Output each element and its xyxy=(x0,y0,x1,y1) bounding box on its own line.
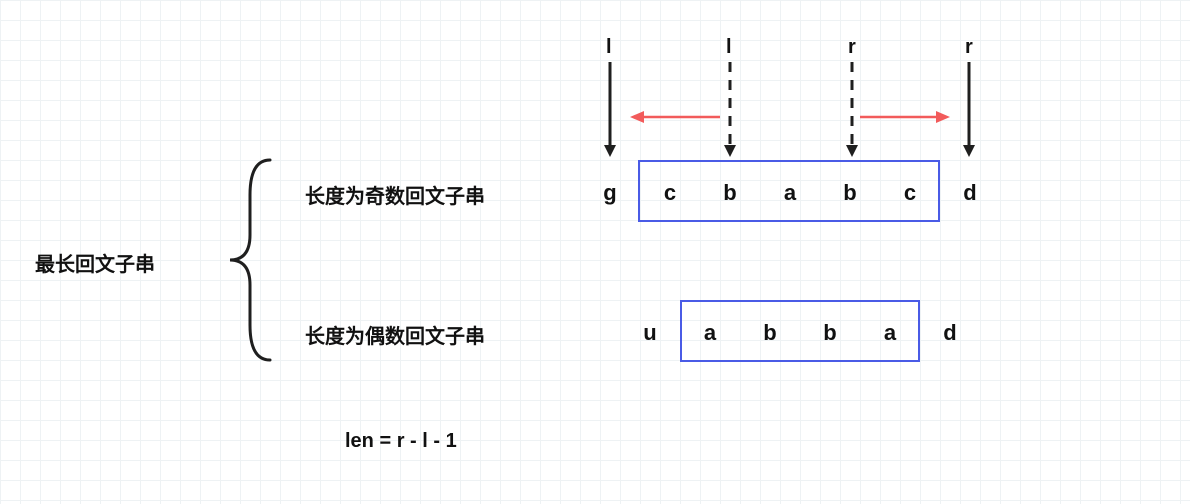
curly-brace xyxy=(225,160,285,360)
even-case-label: 长度为偶数回文子串 xyxy=(305,320,485,349)
arrow-down-solid-r xyxy=(963,62,975,157)
char: d xyxy=(920,320,980,346)
char: d xyxy=(940,180,1000,206)
arrow-down-dashed-r xyxy=(846,62,858,157)
arrow-down-dashed-l xyxy=(724,62,736,157)
marker-r-outer: r xyxy=(965,36,973,59)
char: g xyxy=(580,180,640,206)
arrow-right-red xyxy=(860,110,950,124)
odd-case-label: 长度为奇数回文子串 xyxy=(305,180,485,209)
marker-l-outer: l xyxy=(606,36,612,59)
diagram-title: 最长回文子串 xyxy=(35,248,155,277)
arrow-left-red xyxy=(630,110,720,124)
marker-l-inner: l xyxy=(726,36,732,59)
length-formula: len = r - l - 1 xyxy=(345,430,457,453)
odd-palindrome-box xyxy=(638,160,940,222)
arrow-down-solid-l xyxy=(604,62,616,157)
char: u xyxy=(620,320,680,346)
marker-r-inner: r xyxy=(848,36,856,59)
even-palindrome-box xyxy=(680,300,920,362)
